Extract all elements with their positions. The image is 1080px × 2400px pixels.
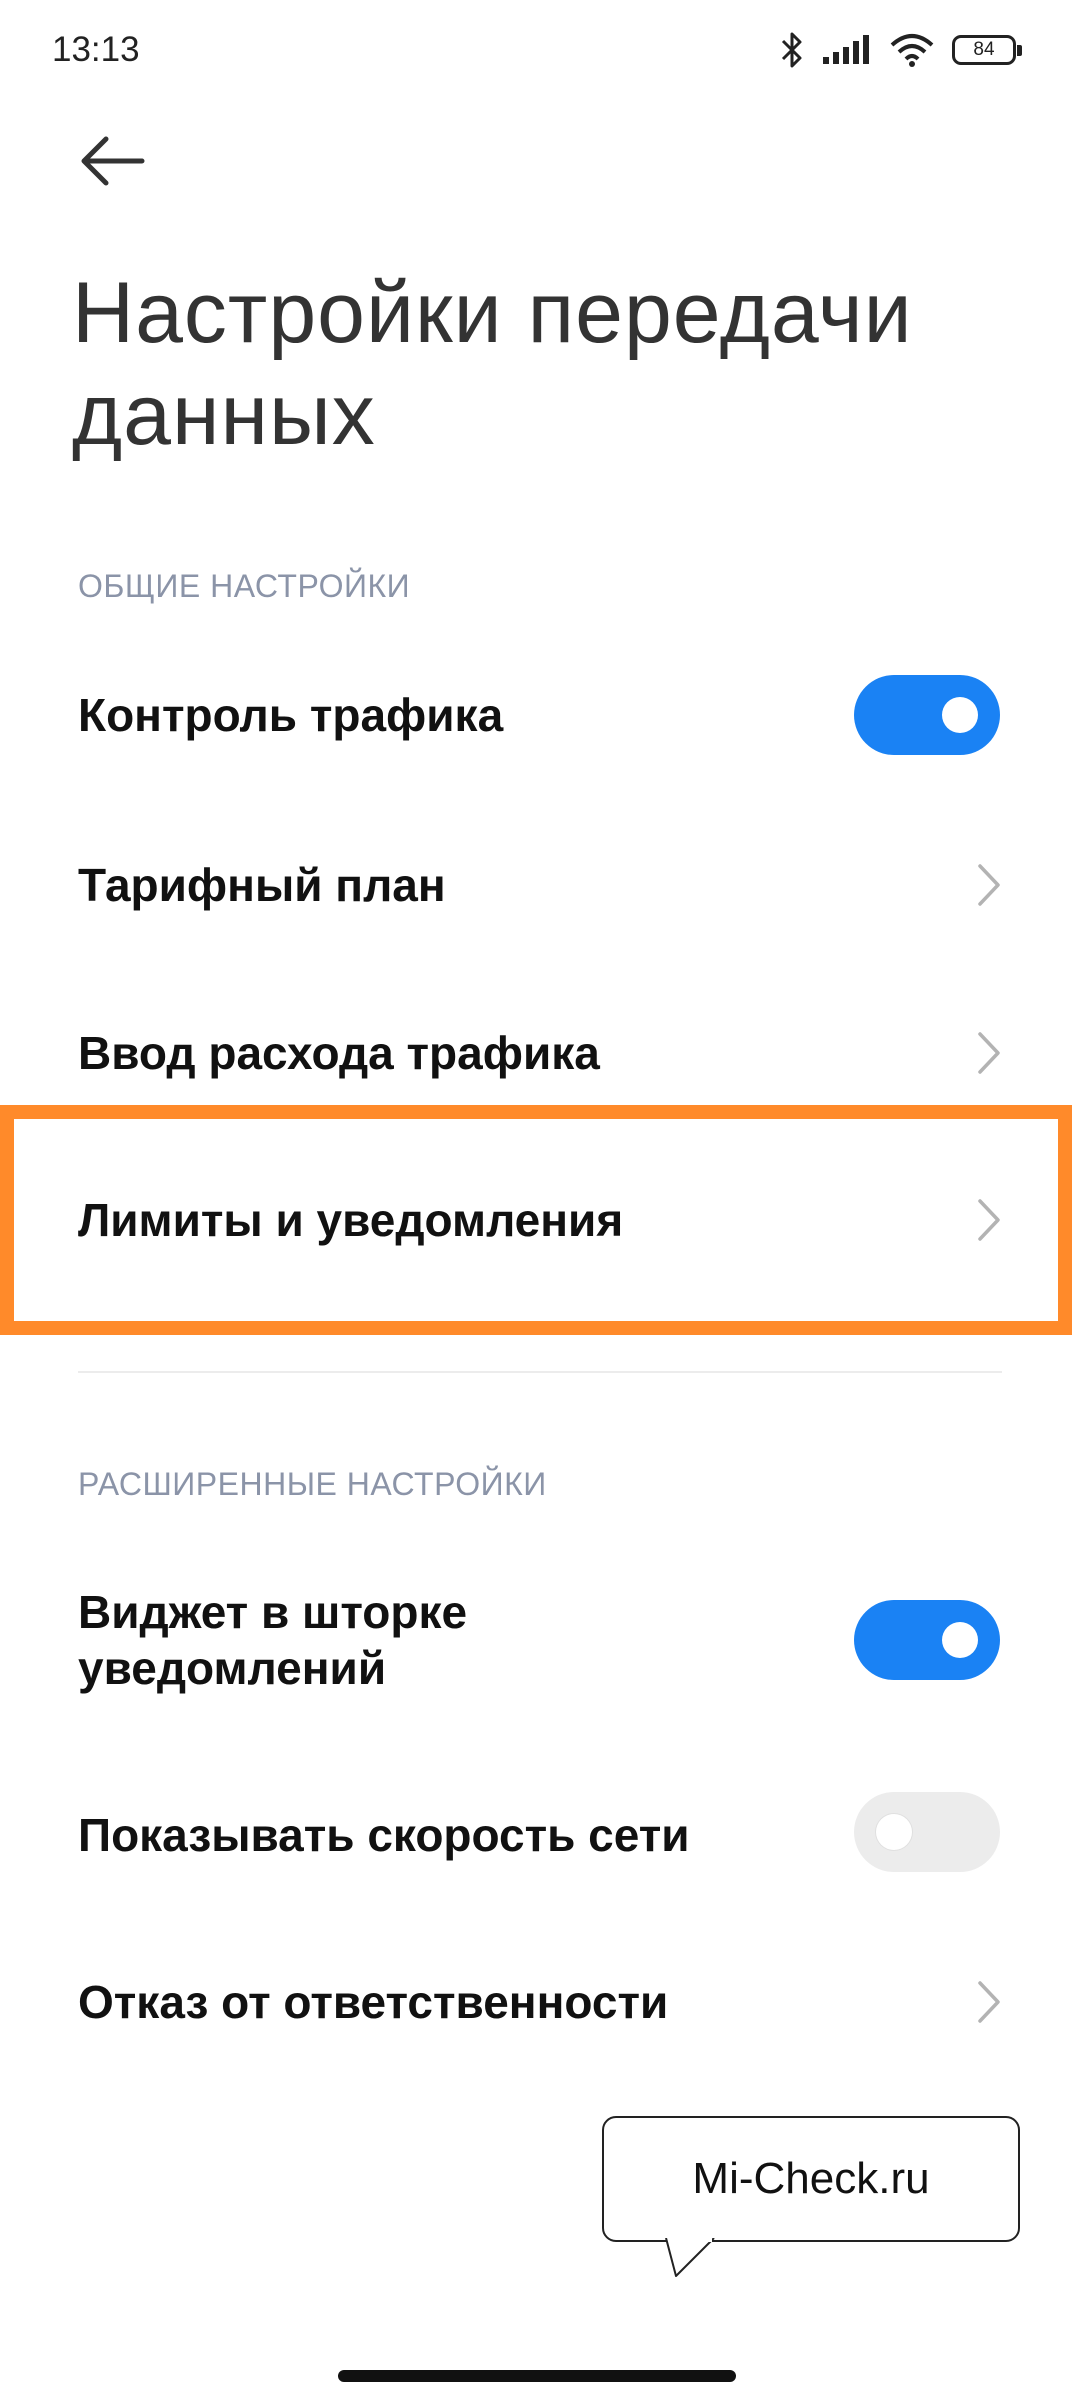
watermark-bubble: Mi-Check.ru <box>602 2116 1020 2242</box>
notification-widget-label-line2: уведомлений <box>78 1642 387 1694</box>
notification-widget-label-line1: Виджет в шторке <box>78 1586 468 1638</box>
chevron-right-icon <box>978 864 1000 906</box>
network-speed-toggle[interactable] <box>854 1792 1000 1872</box>
chevron-right-icon <box>978 1981 1000 2023</box>
toggle-knob <box>942 697 978 733</box>
traffic-control-row[interactable]: Контроль трафика <box>0 660 1080 770</box>
network-speed-label: Показывать скорость сети <box>78 1809 690 1861</box>
toggle-knob <box>942 1622 978 1658</box>
status-icons: 84 <box>780 28 1022 72</box>
battery-icon: 84 <box>952 35 1022 65</box>
highlight-frame <box>0 1105 1072 1335</box>
chevron-right-icon <box>978 1032 1000 1074</box>
tariff-plan-row[interactable]: Тарифный план <box>0 830 1080 940</box>
disclaimer-row[interactable]: Отказ от ответственности <box>0 1947 1080 2057</box>
traffic-control-toggle[interactable] <box>854 675 1000 755</box>
section-header-general: ОБЩИЕ НАСТРОЙКИ <box>78 568 411 604</box>
divider <box>78 1371 1002 1373</box>
traffic-control-label: Контроль трафика <box>78 689 504 741</box>
bluetooth-icon <box>781 32 802 68</box>
status-time: 13:13 <box>52 30 140 69</box>
arrow-left-icon <box>81 136 145 186</box>
page-title: Настройки передачи данных <box>72 265 913 463</box>
signal-icon <box>823 35 869 64</box>
status-bar: 13:13 84 <box>0 0 1080 100</box>
network-speed-row[interactable]: Показывать скорость сети <box>0 1780 1080 1890</box>
traffic-input-row[interactable]: Ввод расхода трафика <box>0 998 1080 1108</box>
section-header-advanced: РАСШИРЕННЫЕ НАСТРОЙКИ <box>78 1466 547 1502</box>
notification-widget-toggle[interactable] <box>854 1600 1000 1680</box>
notification-widget-row[interactable]: Виджет в шторке уведомлений <box>0 1570 1080 1710</box>
traffic-input-label: Ввод расхода трафика <box>78 1027 600 1079</box>
wifi-icon <box>890 34 934 67</box>
notification-widget-label: Виджет в шторке уведомлений <box>78 1584 467 1696</box>
back-button[interactable] <box>72 126 152 196</box>
toggle-knob <box>876 1814 912 1850</box>
bubble-tail <box>665 2238 715 2277</box>
tariff-plan-label: Тарифный план <box>78 859 446 911</box>
disclaimer-label: Отказ от ответственности <box>78 1976 669 2028</box>
battery-level: 84 <box>973 39 995 60</box>
watermark-text: Mi-Check.ru <box>692 2154 930 2203</box>
home-indicator[interactable] <box>338 2370 736 2382</box>
